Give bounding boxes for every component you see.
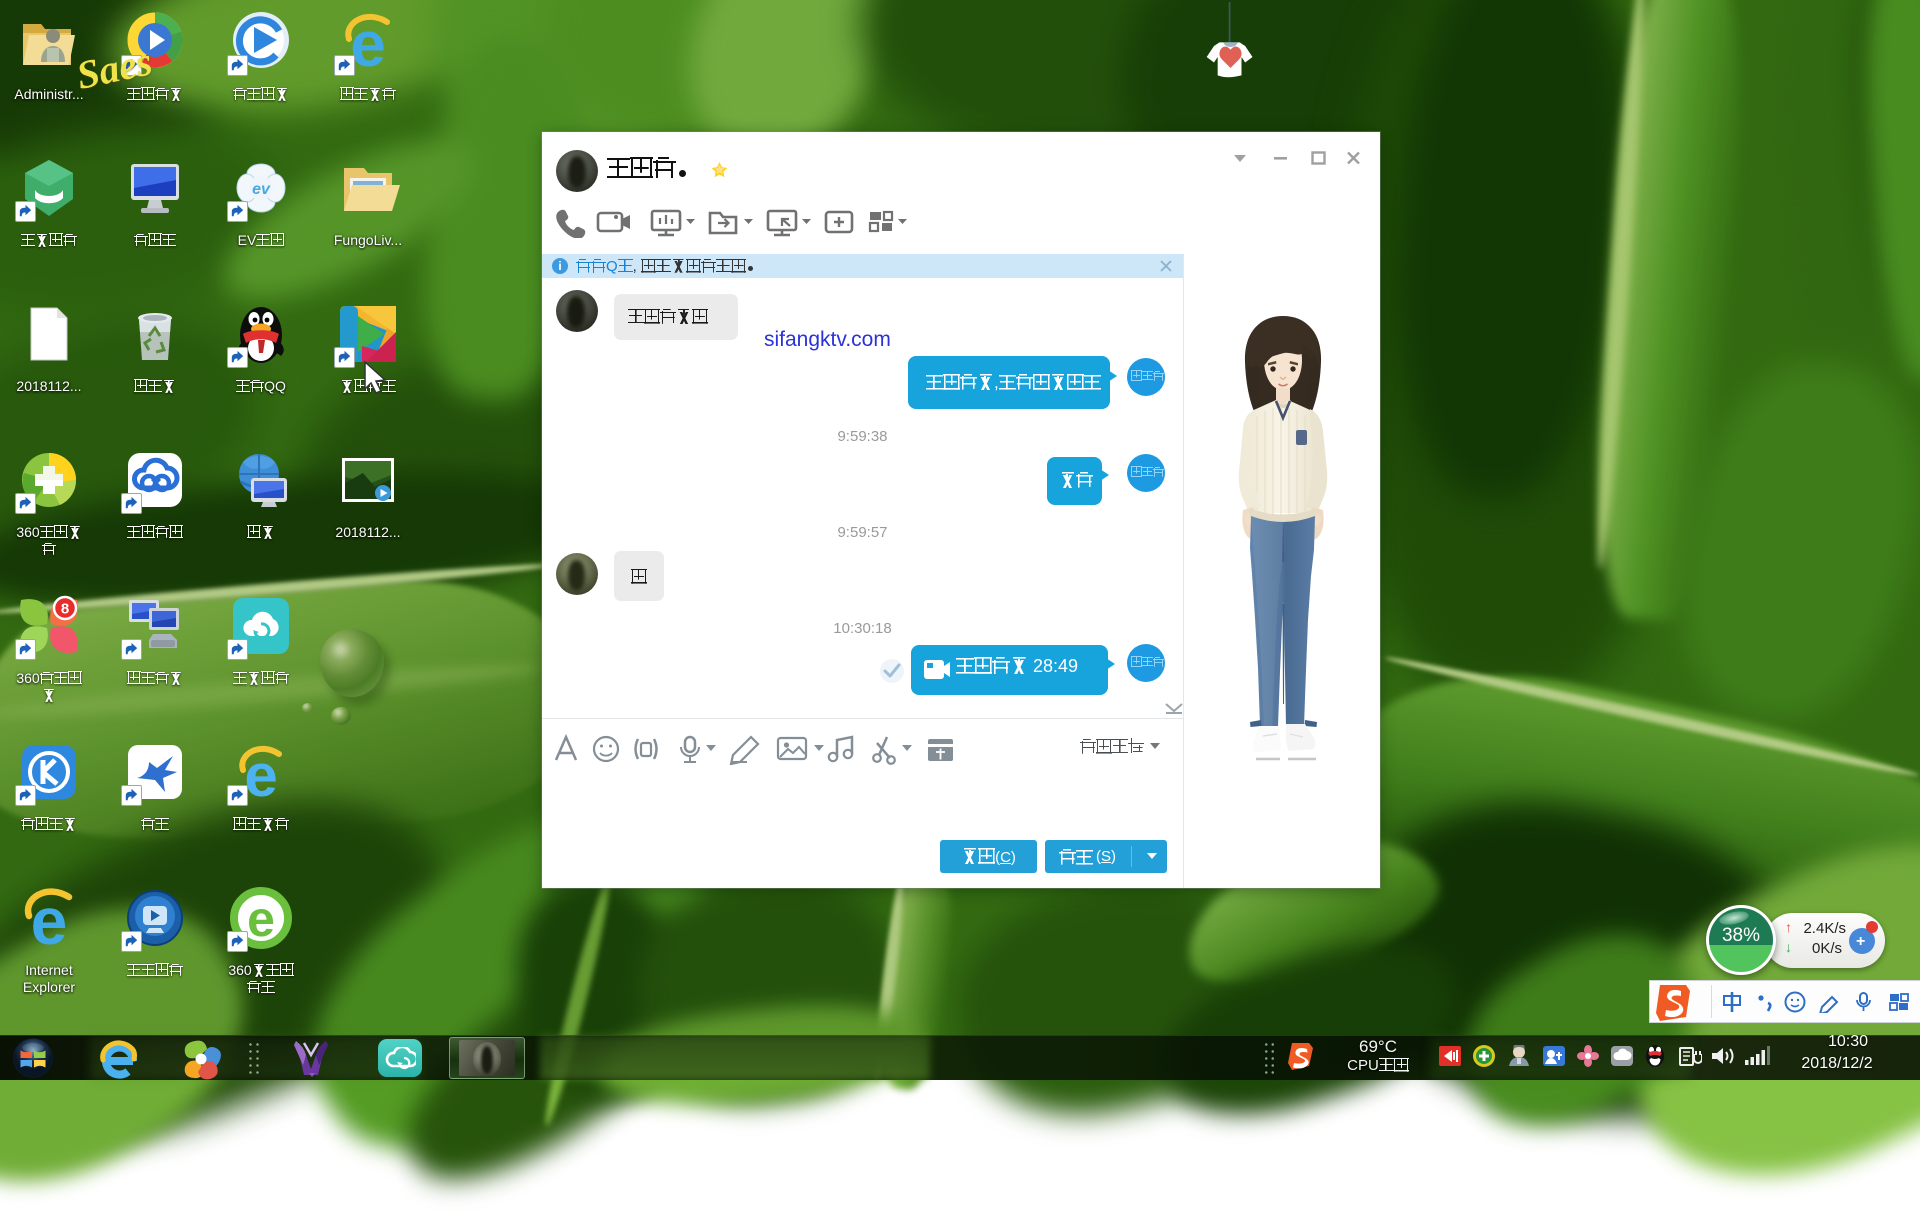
svg-text:e: e	[247, 891, 275, 947]
svg-text:ev: ev	[252, 181, 271, 198]
svg-text:8: 8	[61, 601, 69, 618]
